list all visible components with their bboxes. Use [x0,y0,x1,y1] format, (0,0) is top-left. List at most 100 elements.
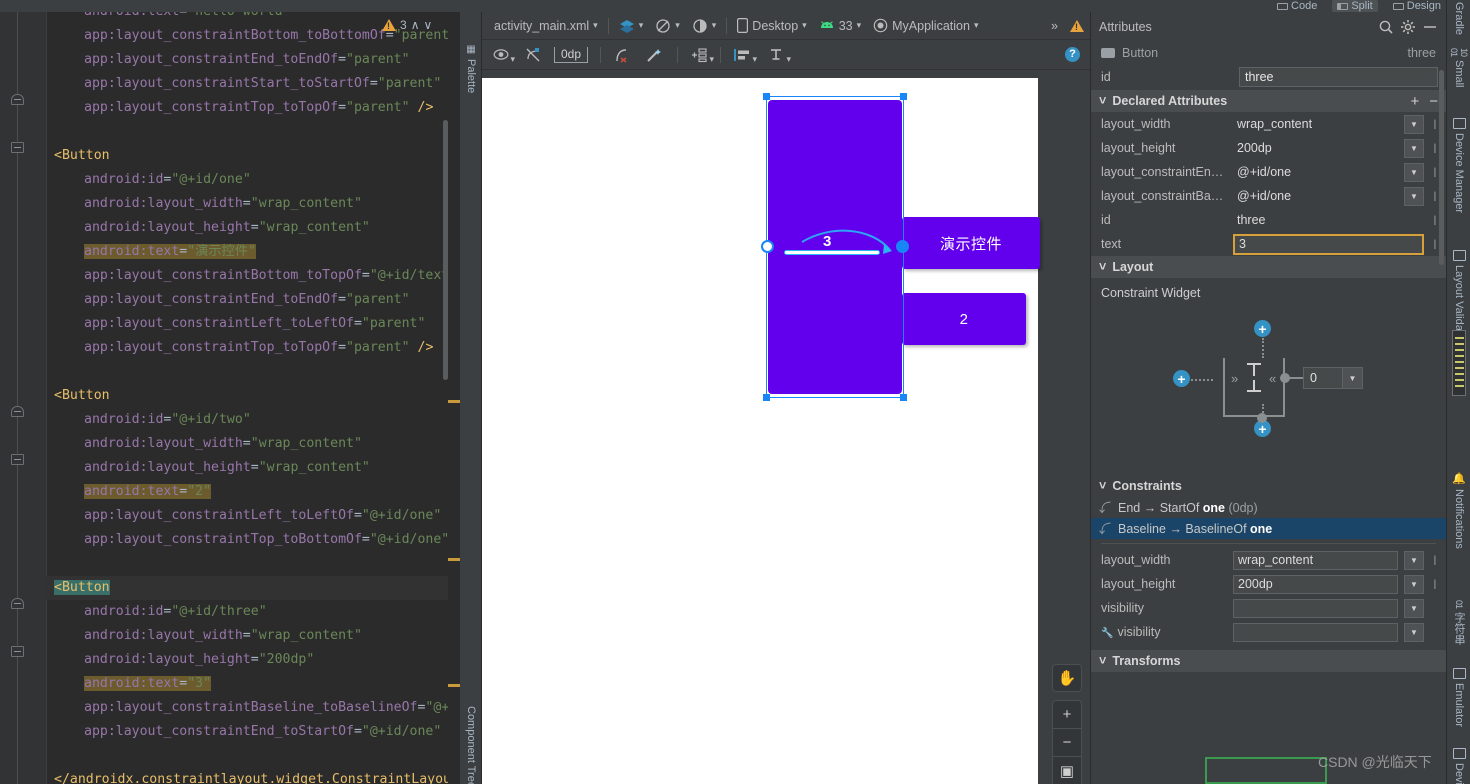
attribute-dropdown-icon[interactable]: ▼ [1404,574,1424,594]
declared-attributes-section-header[interactable]: ˅ Declared Attributes + − [1091,90,1446,112]
code-line[interactable] [46,120,448,144]
width-collapse-chevron-icon[interactable]: « [1269,371,1276,386]
theme-mode-button[interactable]: ▾ [686,16,723,36]
code-line[interactable]: </androidx.constraintlayout.widget.Const… [46,768,448,784]
attribute-value-input[interactable]: 200dp [1233,574,1398,594]
device-preview[interactable]: 演示控件 2 3 [482,78,1040,784]
attribute-dropdown-icon[interactable]: ▼ [1404,622,1424,642]
editor-mode-tabs[interactable]: Code Split Design [1272,0,1446,12]
code-line[interactable]: android:layout_height="wrap_content" [46,456,448,480]
resize-handle-top-left[interactable] [763,93,770,100]
add-attribute-button[interactable]: + [1410,93,1419,110]
attribute-row[interactable]: layout_constraintBas... @+id/one ▼ ǀ [1091,184,1446,208]
attribute-dropdown-icon[interactable]: ▼ [1404,114,1424,134]
guidelines-button[interactable]: ▾ [688,44,714,66]
code-line[interactable]: app:layout_constraintLeft_toLeftOf="pare… [46,312,448,336]
fold-marker-end-2[interactable] [11,406,24,417]
code-line[interactable]: android:layout_width="wrap_content" [46,624,448,648]
align-button[interactable]: ▾ [731,44,757,66]
constraint-anchor-start[interactable] [761,240,774,253]
design-canvas[interactable]: 演示控件 2 3 ✋ + − ▣ [482,70,1090,784]
stripe-warning-mark-1[interactable] [448,400,460,403]
pan-hand-icon[interactable]: ✋ [1052,664,1082,692]
attribute-row[interactable]: id three ǀ [1091,208,1446,232]
code-line[interactable]: app:layout_constraintEnd_toEndOf="parent… [46,288,448,312]
attribute-value-input[interactable]: 200dp [1233,141,1398,155]
layout-section-header[interactable]: ˅ Layout [1091,256,1446,278]
id-input[interactable]: three [1239,67,1438,87]
layers-button[interactable]: ▾ [613,16,650,36]
margin-control[interactable]: 0 ▼ [1303,367,1363,389]
preview-button-one[interactable]: 演示控件 [902,217,1040,269]
attribute-row[interactable]: layout_height 200dp ▼ ǀ [1091,136,1446,160]
attribute-value-input[interactable]: three [1233,213,1424,227]
attribute-value-input[interactable]: @+id/one [1233,189,1398,203]
code-line[interactable]: app:layout_constraintTop_toBottomOf="@+i… [46,528,448,552]
attributes-scrollbar[interactable] [1439,70,1444,265]
code-line[interactable] [46,552,448,576]
add-left-constraint-button[interactable]: + [1173,370,1190,387]
width-expand-chevron-icon[interactable]: » [1231,371,1238,386]
attribute-row[interactable]: visibility ▼ [1091,596,1446,620]
code-line[interactable]: <Button [46,576,448,600]
attribute-row[interactable]: text 3 ǀ [1091,232,1446,256]
constraint-item[interactable]: ⤵ Baseline → BaselineOf one [1091,518,1446,539]
remove-attribute-button[interactable]: − [1429,93,1438,110]
infer-constraints-button[interactable] [643,44,665,66]
stripe-warning-mark-3[interactable] [448,684,460,687]
tab-design[interactable]: Design [1388,0,1446,12]
tool-tab-component-tree[interactable]: Component Tree [460,702,482,784]
code-text-area[interactable]: android:text="hello world"app:layout_con… [46,12,448,784]
attribute-row[interactable]: layout_constraintEnd... @+id/one ▼ ǀ [1091,160,1446,184]
constraint-widget[interactable]: + + + » « 0 ▼ [1091,300,1446,475]
editor-gutter[interactable] [0,12,46,784]
inspection-prev-button[interactable]: ∧ [411,18,420,32]
attribute-resource-picker-icon[interactable]: ǀ [1430,553,1440,568]
code-line[interactable]: app:layout_constraintTop_toTopOf="parent… [46,336,448,360]
code-line[interactable]: android:text="3" [46,672,448,696]
fold-marker-collapse-1[interactable] [11,138,25,153]
constraint-item[interactable]: ⤵ End → StartOf one (0dp) [1091,497,1446,518]
fold-marker-end-3[interactable] [11,598,24,609]
tab-split[interactable]: Split [1332,0,1378,12]
code-line[interactable]: app:layout_constraintEnd_toEndOf="parent… [46,48,448,72]
code-line[interactable] [46,360,448,384]
baseline-button[interactable]: ▾ [765,44,791,66]
attribute-row[interactable]: layout_height 200dp ▼ ǀ [1091,572,1446,596]
code-line[interactable]: android:id="@+id/three" [46,600,448,624]
layout-validation-thumbnail[interactable] [1452,330,1466,396]
attribute-dropdown-icon[interactable]: ▼ [1404,550,1424,570]
code-line[interactable]: app:layout_constraintLeft_toLeftOf="@+id… [46,504,448,528]
attribute-value-input[interactable]: 3 [1233,233,1424,255]
resize-handle-top-right[interactable] [900,93,907,100]
code-line[interactable]: android:layout_width="wrap_content" [46,192,448,216]
tool-tab-gradle[interactable]: Gradle [1449,2,1469,35]
tab-code[interactable]: Code [1272,0,1322,12]
code-line[interactable]: <Button [46,144,448,168]
attribute-value-input[interactable]: wrap_content [1233,117,1398,131]
device-selector[interactable]: Desktop ▾ [731,16,812,35]
tool-tab-device-manager[interactable]: Device Manager [1449,118,1469,213]
attribute-dropdown-icon[interactable]: ▼ [1404,162,1424,182]
file-selector[interactable]: activity_main.xml ▾ [488,17,604,35]
attribute-resource-picker-icon[interactable]: ǀ [1430,577,1440,592]
theme-selector[interactable]: MyApplication ▾ [867,16,984,35]
help-icon[interactable]: ? [1065,47,1080,62]
code-line[interactable]: android:id="@+id/one" [46,168,448,192]
code-line[interactable]: app:layout_constraintBaseline_toBaseline… [46,696,448,720]
zoom-in-button[interactable]: + [1052,700,1082,728]
code-line[interactable]: android:layout_height="wrap_content" [46,216,448,240]
fold-marker-collapse-2[interactable] [11,450,25,465]
margin-input[interactable]: 0 [1303,367,1343,389]
attribute-value-input[interactable]: @+id/one [1233,165,1398,179]
editor-vertical-scrollbar[interactable] [443,120,448,380]
design-warning-button[interactable] [1064,18,1090,34]
constraints-section-header[interactable]: ˅ Constraints [1091,475,1446,497]
transforms-section-header[interactable]: ˅ Transforms [1091,650,1446,672]
attribute-dropdown-icon[interactable]: ▼ [1404,598,1424,618]
code-line[interactable]: android:layout_width="wrap_content" [46,432,448,456]
code-line[interactable]: android:layout_height="200dp" [46,648,448,672]
code-line[interactable]: <Button [46,384,448,408]
preview-button-two[interactable]: 2 [902,293,1026,345]
stripe-warning-mark-2[interactable] [448,558,460,561]
